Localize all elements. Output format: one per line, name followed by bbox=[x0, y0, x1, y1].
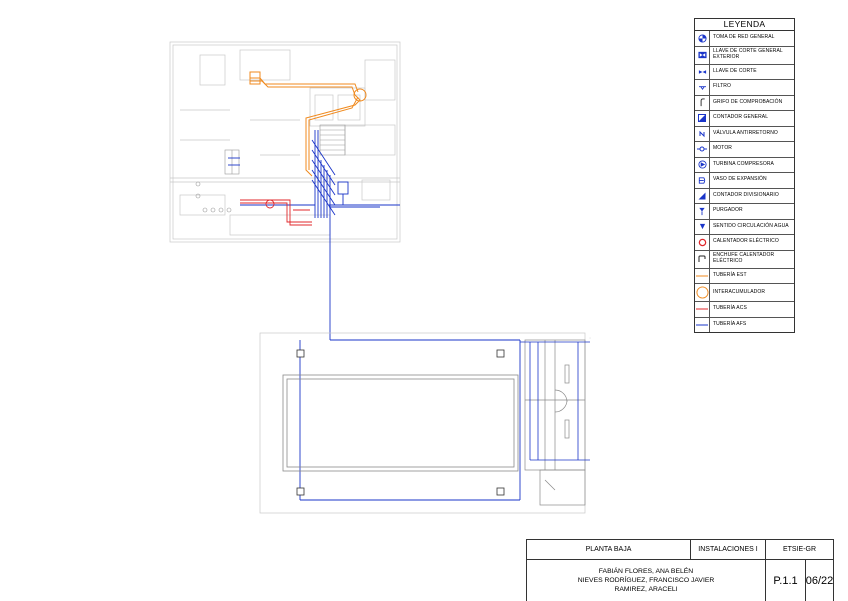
legend-label: LLAVE DE CORTE bbox=[710, 69, 757, 75]
legend-row-llave-exterior: LLAVE DE CORTE GENERAL EXTERIOR bbox=[695, 47, 794, 65]
sheet-date: 06/22 bbox=[806, 560, 833, 601]
author-name: RAMIREZ, ARACELI bbox=[614, 585, 677, 594]
legend-row-grifo: GRIFO DE COMPROBACIÓN bbox=[695, 96, 794, 112]
legend-label: INTERACUMULADOR bbox=[710, 290, 765, 296]
legend-label: CONTADOR DIVISIONARIO bbox=[710, 193, 779, 199]
legend-row-filtro: FILTRO bbox=[695, 80, 794, 96]
subject-title: INSTALACIONES I bbox=[691, 540, 765, 559]
authors-list: FABIÁN FLORES, ANA BELÉN NIEVES RODRÍGUE… bbox=[527, 560, 765, 601]
plan-title: PLANTA BAJA bbox=[527, 540, 690, 559]
legend-row-turbina: TURBINA COMPRESORA bbox=[695, 158, 794, 174]
legend-row-calentador: CALENTADOR ELÉCTRICO bbox=[695, 235, 794, 251]
author-name: FABIÁN FLORES, ANA BELÉN bbox=[599, 567, 693, 576]
legend-label: VÁLVULA ANTIRRETORNO bbox=[710, 131, 778, 137]
legend-label: LLAVE DE CORTE GENERAL EXTERIOR bbox=[710, 49, 794, 60]
pipe-afs-manifold bbox=[228, 130, 520, 500]
legend-row-interacumulador: INTERACUMULADOR bbox=[695, 284, 794, 302]
motor-icon bbox=[695, 142, 710, 157]
afs-pipe-line-icon bbox=[695, 318, 710, 333]
legend-row-vaso: VASO DE EXPANSIÓN bbox=[695, 173, 794, 189]
pool-skimmers bbox=[297, 350, 504, 495]
main-meter-icon bbox=[695, 111, 710, 126]
legend: LEYENDA TOMA DE RED GENERAL LLAVE DE COR… bbox=[694, 18, 795, 333]
legend-label: TUBERÍA EST bbox=[710, 273, 747, 279]
drawing-sheet: LEYENDA TOMA DE RED GENERAL LLAVE DE COR… bbox=[0, 0, 848, 600]
legend-row-purgador: PURGADOR bbox=[695, 204, 794, 220]
legend-row-tuberia-est: TUBERÍA EST bbox=[695, 269, 794, 285]
legend-row-sentido: SENTIDO CIRCULACIÓN AGUA bbox=[695, 220, 794, 236]
author-name: NIEVES RODRÍGUEZ, FRANCISCO JAVIER bbox=[578, 576, 715, 585]
legend-label: GRIFO DE COMPROBACIÓN bbox=[710, 100, 782, 106]
changing-rooms bbox=[525, 340, 585, 505]
building-details bbox=[196, 125, 345, 212]
pool-basin bbox=[283, 375, 518, 471]
legend-label: MOTOR bbox=[710, 146, 732, 152]
est-pipe-line-icon bbox=[695, 269, 710, 284]
legend-title: LEYENDA bbox=[695, 19, 794, 31]
title-block: PLANTA BAJA INSTALACIONES I ETSIE-GR FAB… bbox=[526, 539, 834, 601]
legend-label: CONTADOR GENERAL bbox=[710, 115, 768, 121]
legend-label: CALENTADOR ELÉCTRICO bbox=[710, 239, 779, 245]
pipe-acs bbox=[240, 200, 312, 225]
school-name: ETSIE-GR bbox=[766, 540, 833, 559]
expansion-tank-icon bbox=[695, 173, 710, 188]
water-mains-intake-icon bbox=[695, 31, 710, 46]
pool-area bbox=[260, 333, 590, 513]
legend-row-tuberia-acs: TUBERÍA ACS bbox=[695, 302, 794, 318]
legend-label: VASO DE EXPANSIÓN bbox=[710, 177, 767, 183]
shutoff-valve-icon bbox=[695, 65, 710, 80]
legend-label: TOMA DE RED GENERAL bbox=[710, 35, 775, 41]
flow-direction-icon bbox=[695, 220, 710, 235]
legend-row-toma: TOMA DE RED GENERAL bbox=[695, 31, 794, 47]
legend-label: TUBERÍA AFS bbox=[710, 322, 746, 328]
test-tap-icon bbox=[695, 96, 710, 111]
legend-label: TUBERÍA ACS bbox=[710, 306, 747, 312]
legend-label: SENTIDO CIRCULACIÓN AGUA bbox=[710, 224, 789, 230]
acs-pipe-line-icon bbox=[695, 302, 710, 317]
legend-row-valvula: VÁLVULA ANTIRRETORNO bbox=[695, 127, 794, 143]
legend-label: TURBINA COMPRESORA bbox=[710, 162, 774, 168]
electric-heater-icon bbox=[695, 235, 710, 250]
check-valve-icon bbox=[695, 127, 710, 142]
legend-row-tuberia-afs: TUBERÍA AFS bbox=[695, 318, 794, 333]
storage-heat-exchanger-icon bbox=[695, 284, 710, 301]
pipe-est bbox=[250, 72, 366, 176]
legend-label: ENCHUFE CALENTADOR ELÉCTRICO bbox=[710, 253, 794, 264]
compressor-turbine-icon bbox=[695, 158, 710, 173]
legend-row-enchufe: ENCHUFE CALENTADOR ELÉCTRICO bbox=[695, 251, 794, 269]
legend-row-contador-general: CONTADOR GENERAL bbox=[695, 111, 794, 127]
heater-socket-icon bbox=[695, 251, 710, 268]
legend-label: FILTRO bbox=[710, 84, 731, 90]
legend-row-contador-div: CONTADOR DIVISIONARIO bbox=[695, 189, 794, 205]
legend-row-motor: MOTOR bbox=[695, 142, 794, 158]
air-vent-icon bbox=[695, 204, 710, 219]
legend-label: PURGADOR bbox=[710, 208, 743, 214]
exterior-shutoff-valve-icon bbox=[695, 47, 710, 64]
sheet-code: P.1.1 bbox=[766, 560, 805, 601]
sub-meter-icon bbox=[695, 189, 710, 204]
legend-row-llave: LLAVE DE CORTE bbox=[695, 65, 794, 81]
filter-icon bbox=[695, 80, 710, 95]
